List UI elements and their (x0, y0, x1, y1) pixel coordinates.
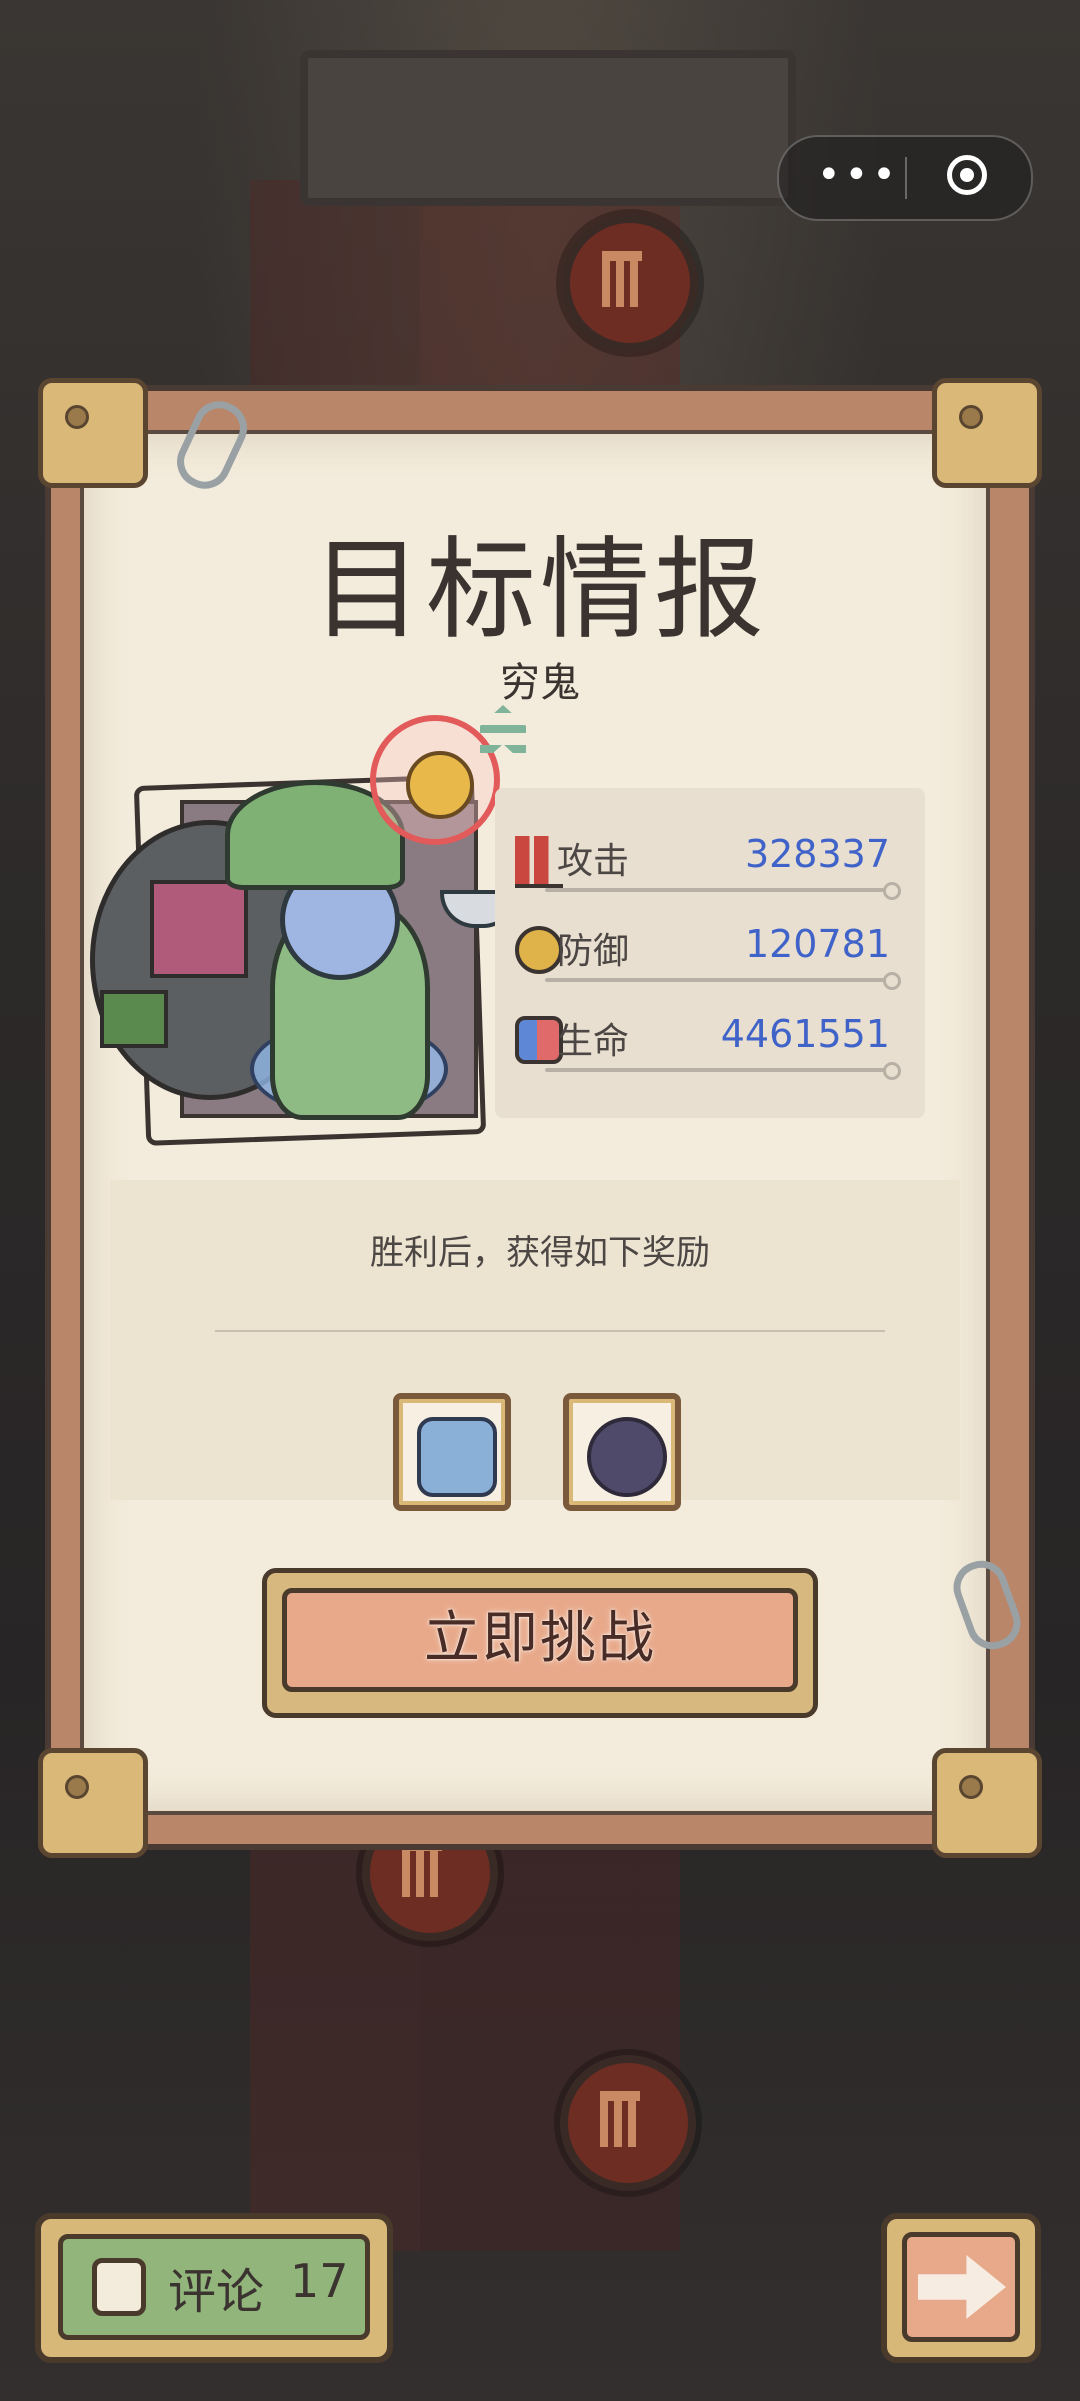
reward-caption: 胜利后，获得如下奖励 (370, 1233, 710, 1273)
reward-divider (215, 1330, 885, 1332)
enemy-name: 穷鬼 (500, 660, 580, 706)
dialog-title: 目标情报 (312, 526, 768, 654)
enemy-stats-panel: 攻击 328337 防御 120781 生命 4461551 (495, 788, 925, 1118)
stat-divider (545, 882, 901, 900)
stat-row-defense: 防御 120781 (495, 918, 925, 998)
reward-item[interactable] (563, 1393, 681, 1511)
stat-label: 攻击 (557, 841, 630, 882)
sack-patch (150, 880, 248, 978)
record-circle-icon[interactable] (947, 155, 987, 195)
stat-value: 120781 (744, 922, 890, 966)
capsule-divider (905, 157, 907, 199)
dark-orb-icon (587, 1417, 667, 1497)
defense-icon (515, 926, 563, 974)
background-banner (300, 50, 796, 206)
frame-corner (38, 378, 148, 488)
background-stage-node (560, 2055, 696, 2191)
stat-label: 防御 (557, 931, 630, 972)
mini-program-capsule: ••• (777, 135, 1033, 221)
reward-item[interactable] (393, 1393, 511, 1511)
attack-icon (515, 836, 563, 888)
health-icon (515, 1016, 563, 1064)
stat-value: 328337 (744, 832, 890, 876)
stat-divider (545, 1062, 901, 1080)
stat-label: 生命 (557, 1021, 630, 1062)
frame-corner (38, 1748, 148, 1858)
frame-corner (932, 378, 1042, 488)
stat-row-health: 生命 4461551 (495, 1008, 925, 1088)
stat-value: 4461551 (720, 1012, 890, 1056)
comment-label: 评论 (168, 2264, 265, 2320)
frame-corner (932, 1748, 1042, 1858)
background-stage-node (562, 215, 698, 351)
comment-count: 17 (290, 2254, 349, 2308)
stat-divider (545, 972, 901, 990)
stat-row-attack: 攻击 328337 (495, 828, 925, 908)
challenge-button[interactable]: 立即挑战 (282, 1588, 798, 1692)
stone-fossil-icon (417, 1417, 497, 1497)
more-dots-icon[interactable]: ••• (817, 151, 917, 203)
quill-ink-icon (92, 2258, 146, 2316)
sack-patch (100, 990, 168, 1048)
